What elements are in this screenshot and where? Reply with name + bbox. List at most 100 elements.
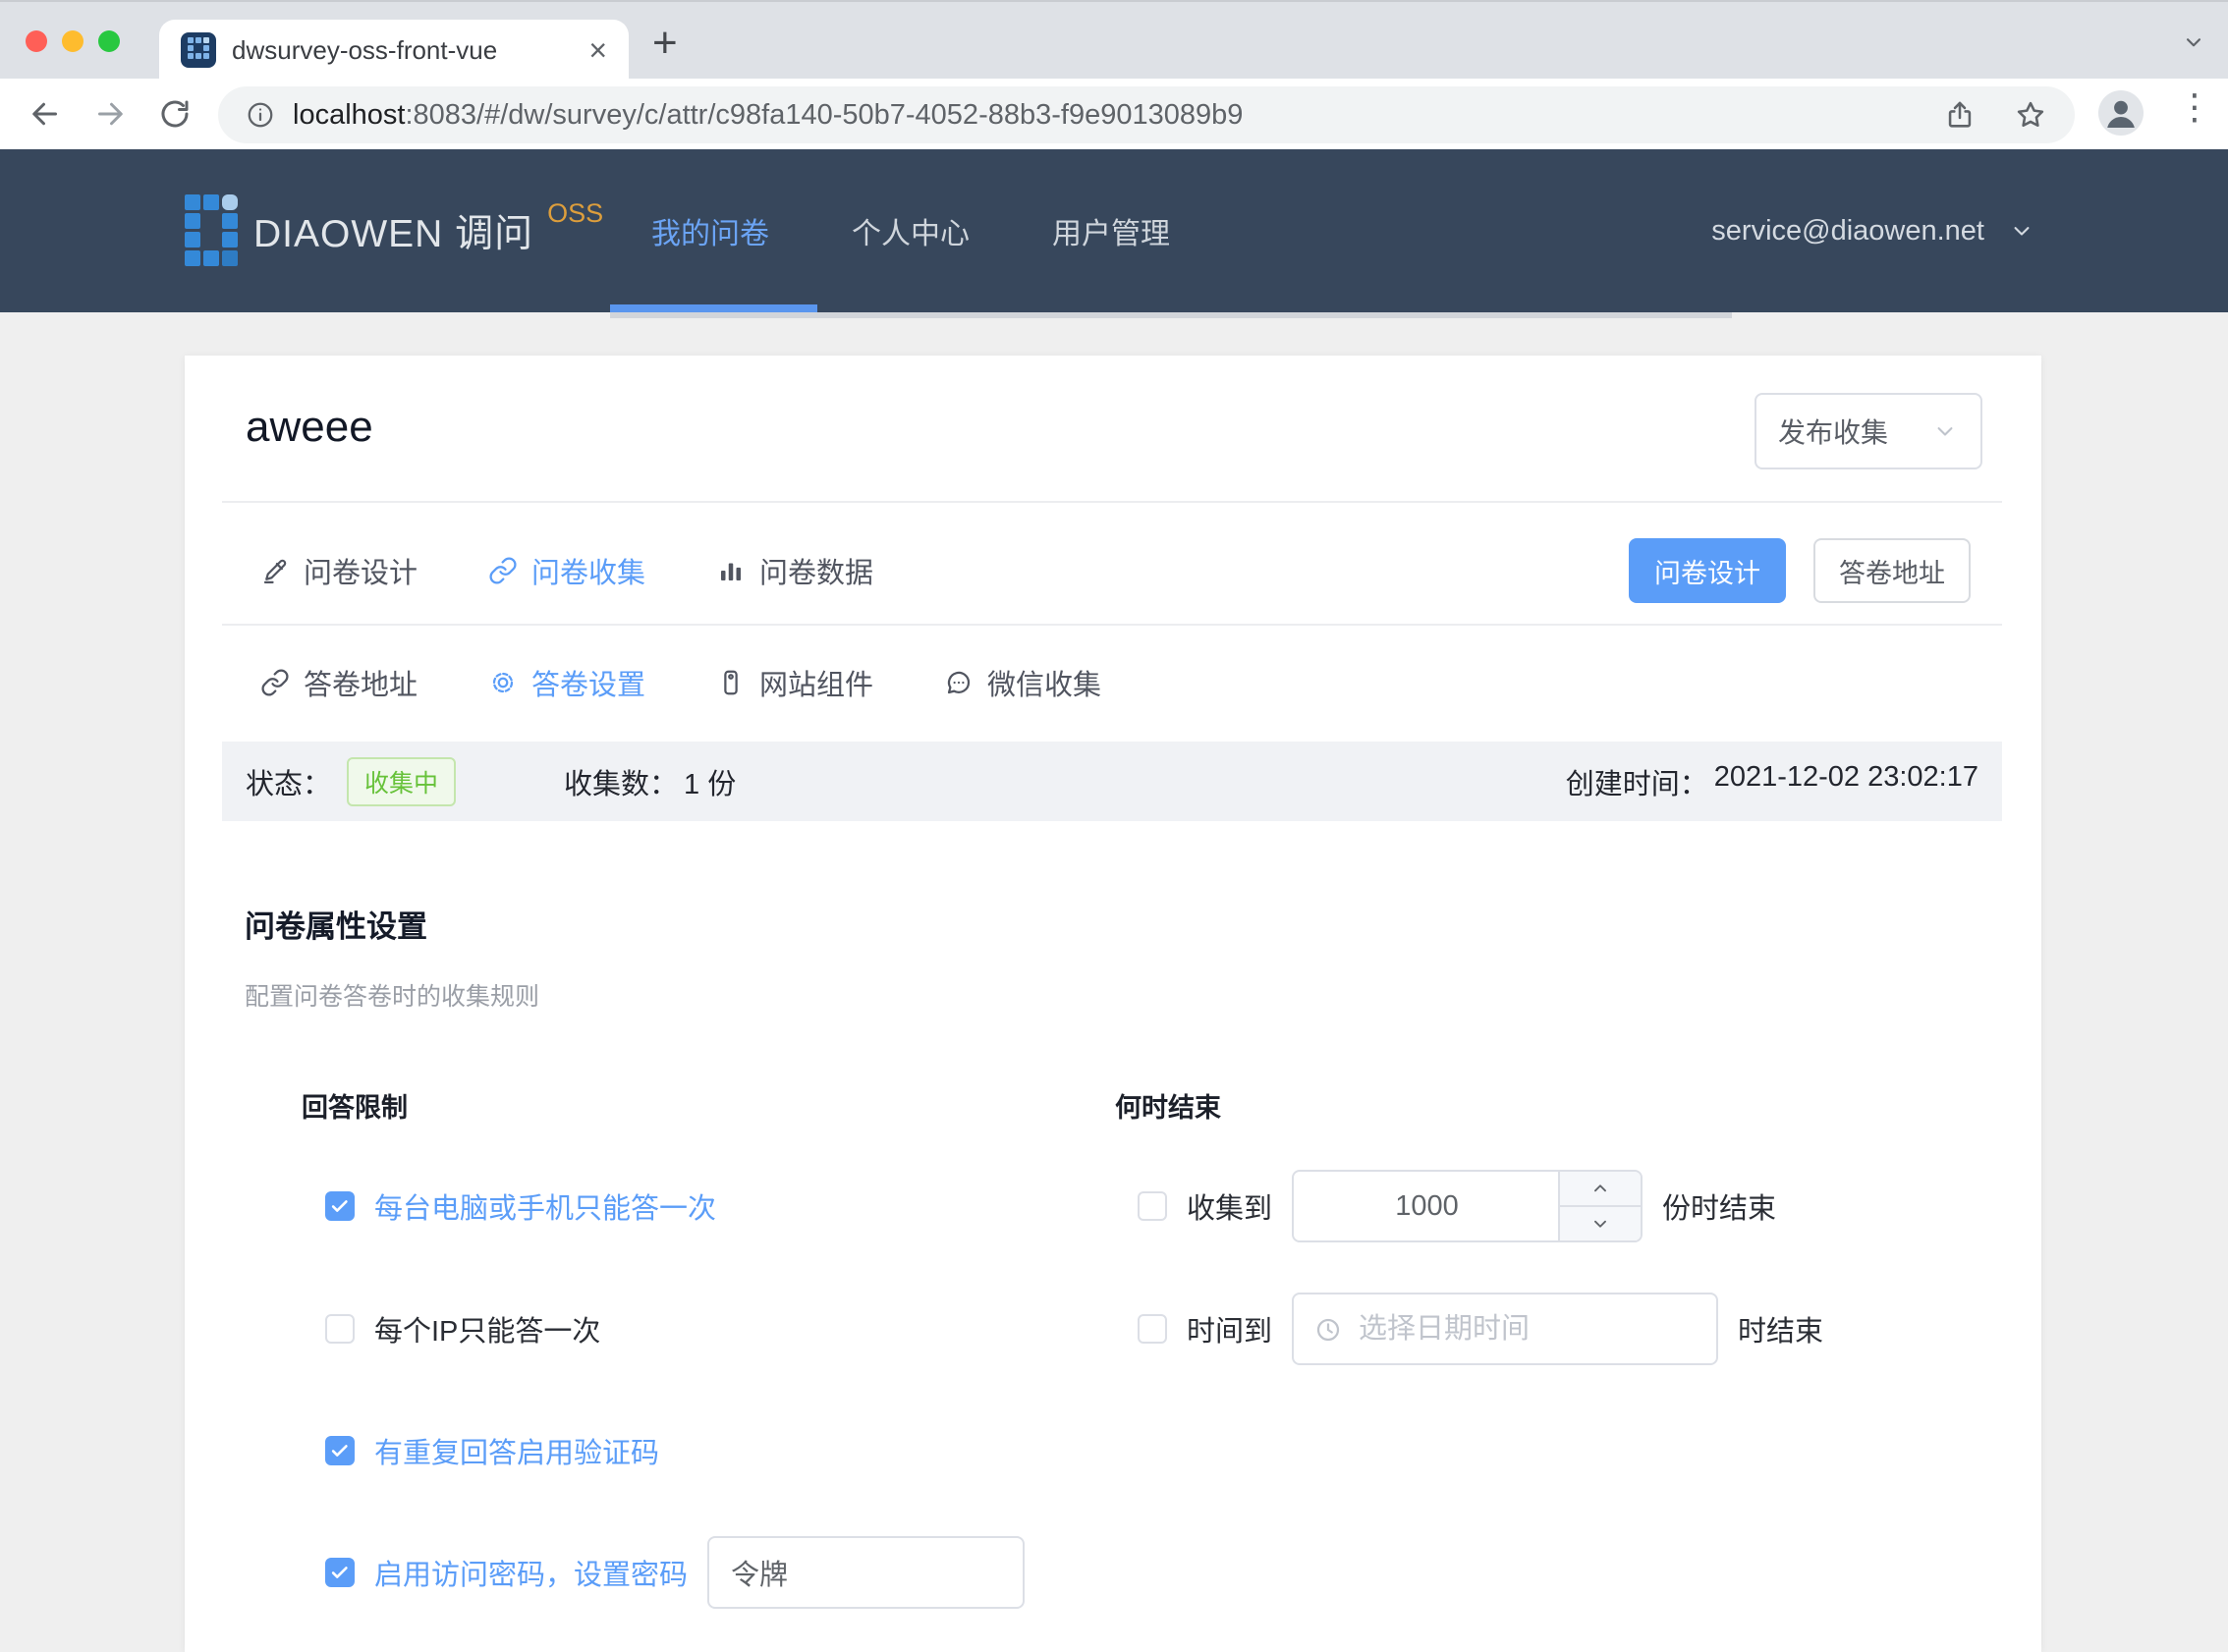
tab-survey-design[interactable]: 问卷设计 bbox=[260, 550, 418, 591]
password-input[interactable] bbox=[707, 1536, 1025, 1609]
chevron-down-icon bbox=[2008, 217, 2035, 245]
url-path: :8083/#/dw/survey/c/attr/c98fa140-50b7-4… bbox=[405, 99, 1243, 131]
datetime-picker-input[interactable] bbox=[1294, 1294, 1716, 1363]
tab-answer-url[interactable]: 答卷地址 bbox=[260, 662, 418, 703]
main-nav: 我的问卷 个人中心 用户管理 bbox=[610, 149, 1211, 312]
browser-toolbar: localhost:8083/#/dw/survey/c/attr/c98fa1… bbox=[0, 79, 2228, 149]
secondary-tabs: 答卷地址 答卷设置 网站组件 微信收集 bbox=[260, 650, 1101, 715]
collect-count-label: 收集数： bbox=[564, 761, 678, 802]
settings-section-title: 问卷属性设置 bbox=[245, 902, 427, 946]
user-email: service@diaowen.net bbox=[1711, 215, 1984, 248]
survey-title: aweee bbox=[246, 403, 373, 452]
primary-tabs: 问卷设计 问卷收集 问卷数据 bbox=[260, 538, 873, 603]
tab-label: 问卷设计 bbox=[304, 550, 418, 591]
tab-title: dwsurvey-oss-front-vue bbox=[232, 35, 579, 66]
survey-design-button[interactable]: 问卷设计 bbox=[1629, 538, 1786, 603]
publish-collect-select[interactable]: 发布收集 bbox=[1755, 393, 1982, 469]
tab-label: 微信收集 bbox=[987, 662, 1101, 703]
option-label[interactable]: 每个IP只能答一次 bbox=[374, 1308, 600, 1349]
bar-chart-icon bbox=[716, 556, 746, 585]
share-icon[interactable] bbox=[1943, 98, 1977, 132]
check-icon bbox=[329, 1195, 351, 1217]
brand-badge: OSS bbox=[547, 198, 603, 229]
nav-item-my-surveys[interactable]: 我的问卷 bbox=[610, 149, 810, 312]
browser-tab[interactable]: dwsurvey-oss-front-vue × bbox=[159, 20, 629, 81]
option-label[interactable]: 有重复回答启用验证码 bbox=[374, 1430, 659, 1471]
checkbox-unchecked[interactable] bbox=[1138, 1314, 1167, 1344]
checkbox-checked[interactable] bbox=[325, 1558, 355, 1587]
survey-card: aweee 发布收集 问卷设计 问卷收集 问卷数据 问卷设计 答卷地址 bbox=[185, 356, 2041, 1652]
window-controls bbox=[26, 30, 120, 52]
tab-wechat-collect[interactable]: 微信收集 bbox=[944, 662, 1101, 703]
browser-menu-icon[interactable]: ⋮ bbox=[2177, 86, 2212, 128]
site-favicon-icon bbox=[181, 32, 216, 68]
checkbox-unchecked[interactable] bbox=[325, 1314, 355, 1344]
collect-count-value: 1 份 bbox=[684, 761, 736, 802]
collect-count: 收集数： 1 份 bbox=[564, 761, 736, 802]
tab-close-icon[interactable]: × bbox=[579, 34, 607, 66]
created-time: 创建时间： 2021-12-02 23:02:17 bbox=[1566, 761, 1978, 802]
pencil-icon bbox=[260, 556, 290, 585]
tab-label: 网站组件 bbox=[759, 662, 873, 703]
spinner-down-icon[interactable] bbox=[1560, 1207, 1641, 1240]
divider bbox=[222, 624, 2002, 626]
url-host: localhost bbox=[293, 99, 405, 131]
forward-icon[interactable] bbox=[92, 96, 128, 132]
back-icon[interactable] bbox=[28, 96, 63, 132]
tab-answer-settings[interactable]: 答卷设置 bbox=[488, 662, 645, 703]
answer-limit-heading: 回答限制 bbox=[302, 1086, 408, 1125]
nav-item-profile-center[interactable]: 个人中心 bbox=[810, 149, 1011, 312]
end-rules-heading: 何时结束 bbox=[1115, 1086, 1221, 1125]
checkbox-checked[interactable] bbox=[325, 1436, 355, 1465]
nav-item-user-management[interactable]: 用户管理 bbox=[1011, 149, 1211, 312]
option-access-password: 启用访问密码，设置密码 bbox=[325, 1536, 1025, 1609]
brand-logo-icon bbox=[185, 194, 238, 267]
chat-icon bbox=[944, 668, 974, 697]
check-icon bbox=[329, 1440, 351, 1461]
created-time-label: 创建时间： bbox=[1566, 761, 1708, 802]
browser-profile-avatar[interactable] bbox=[2098, 90, 2144, 136]
tab-label: 问卷收集 bbox=[531, 550, 645, 591]
site-info-icon[interactable] bbox=[246, 100, 275, 130]
option-label[interactable]: 每台电脑或手机只能答一次 bbox=[374, 1185, 716, 1227]
datetime-picker-wrap bbox=[1292, 1293, 1718, 1365]
user-menu[interactable]: service@diaowen.net bbox=[1711, 149, 2035, 312]
checkbox-unchecked[interactable] bbox=[1138, 1191, 1167, 1221]
tab-search-chevron-icon[interactable] bbox=[2181, 29, 2206, 55]
tab-site-widget[interactable]: 网站组件 bbox=[716, 662, 873, 703]
app-header: DIAOWEN 调问 OSS 我的问卷 个人中心 用户管理 service@di… bbox=[0, 149, 2228, 312]
status-badge: 收集中 bbox=[347, 757, 456, 806]
option-label[interactable]: 启用访问密码，设置密码 bbox=[374, 1552, 688, 1593]
option-end-by-count: 收集到 份时结束 bbox=[1138, 1170, 1776, 1242]
chevron-down-icon bbox=[1931, 417, 1959, 445]
brand-name: DIAOWEN 调问 bbox=[253, 203, 533, 258]
status-label: 状态： bbox=[246, 761, 331, 802]
window-close-button[interactable] bbox=[26, 30, 47, 52]
window-zoom-button[interactable] bbox=[98, 30, 120, 52]
url-bar[interactable]: localhost:8083/#/dw/survey/c/attr/c98fa1… bbox=[218, 86, 2075, 143]
spinner-up-icon[interactable] bbox=[1560, 1172, 1641, 1207]
publish-collect-value: 发布收集 bbox=[1778, 412, 1888, 451]
new-tab-button[interactable]: + bbox=[652, 22, 678, 65]
option-label[interactable]: 收集到 bbox=[1187, 1185, 1272, 1227]
active-nav-underline bbox=[610, 304, 817, 312]
collect-count-input-wrap bbox=[1292, 1170, 1643, 1242]
status-bar: 状态： 收集中 收集数： 1 份 创建时间： 2021-12-02 23:02:… bbox=[222, 742, 2002, 821]
tab-survey-data[interactable]: 问卷数据 bbox=[716, 550, 873, 591]
end-count-suffix: 份时结束 bbox=[1662, 1185, 1776, 1227]
url-text: localhost:8083/#/dw/survey/c/attr/c98fa1… bbox=[293, 99, 1923, 132]
option-label[interactable]: 时间到 bbox=[1187, 1308, 1272, 1349]
option-captcha-on-repeat: 有重复回答启用验证码 bbox=[325, 1414, 659, 1487]
checkbox-checked[interactable] bbox=[325, 1191, 355, 1221]
answer-url-button[interactable]: 答卷地址 bbox=[1813, 538, 1971, 603]
tab-survey-collect[interactable]: 问卷收集 bbox=[488, 550, 645, 591]
window-minimize-button[interactable] bbox=[62, 30, 84, 52]
clock-icon bbox=[1313, 1315, 1343, 1345]
reload-icon[interactable] bbox=[157, 96, 193, 132]
nav-shadow-strip bbox=[610, 312, 1732, 318]
check-icon bbox=[329, 1562, 351, 1583]
bookmark-star-icon[interactable] bbox=[2014, 98, 2047, 132]
browser-tab-strip: dwsurvey-oss-front-vue × + bbox=[0, 0, 2228, 79]
tab-label: 问卷数据 bbox=[759, 550, 873, 591]
brand-logo[interactable]: DIAOWEN 调问 OSS bbox=[185, 149, 603, 312]
